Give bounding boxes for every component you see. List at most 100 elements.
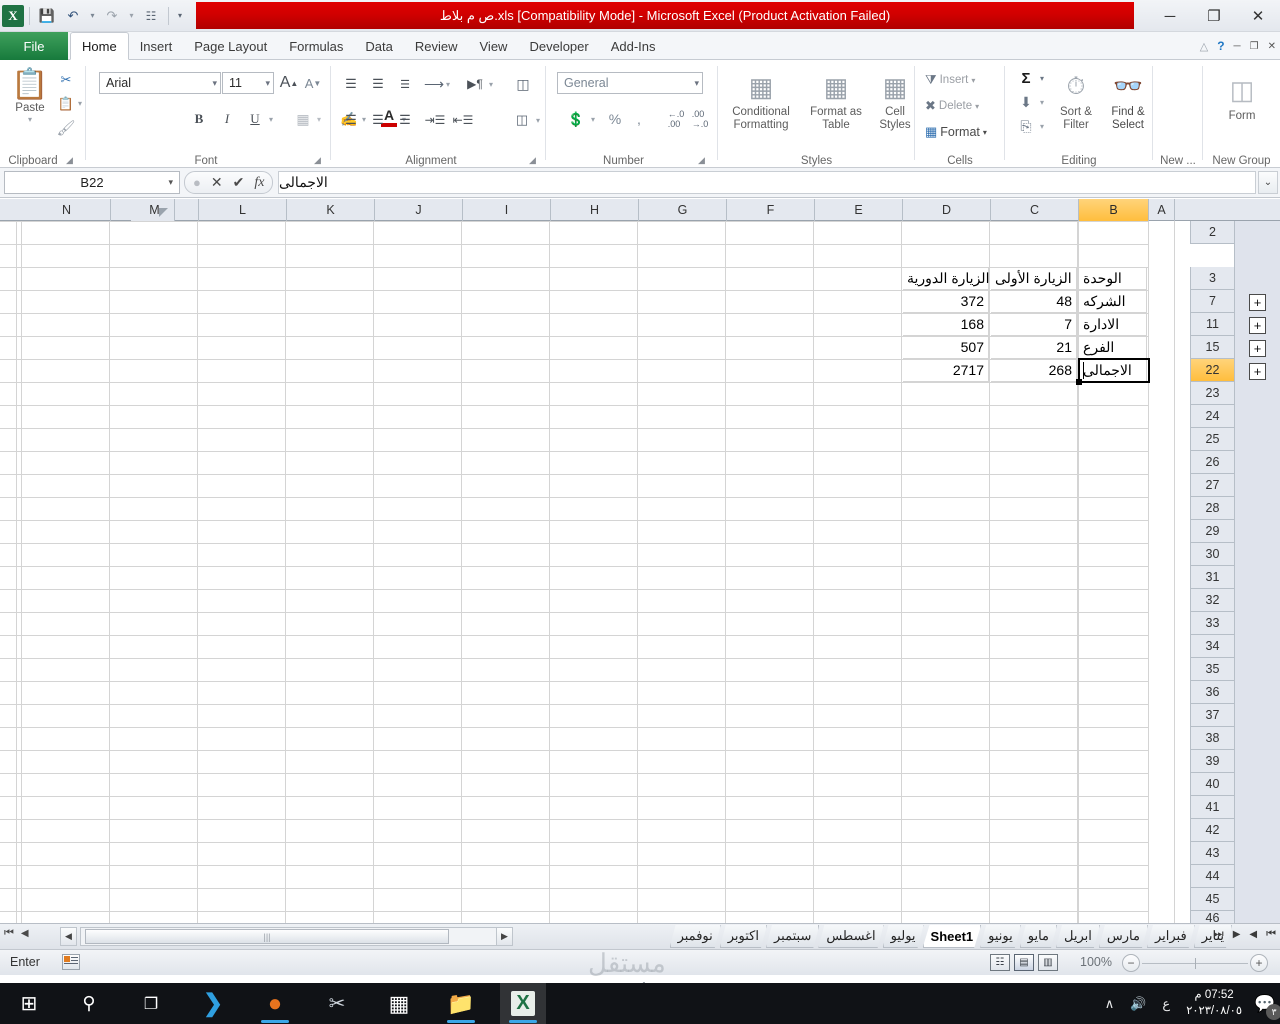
- name-box-dropdown-icon[interactable]: ▾: [168, 177, 173, 188]
- calculator-button[interactable]: ▦: [376, 983, 422, 1024]
- paste-button[interactable]: 📋 Paste ▾: [8, 68, 52, 124]
- bottom-align-button[interactable]: ☰: [394, 74, 416, 94]
- orientation-button[interactable]: ⟶: [423, 74, 445, 94]
- cell-D22[interactable]: 2717: [903, 359, 989, 382]
- row-header-24[interactable]: 24: [1190, 405, 1234, 428]
- column-header-A[interactable]: A: [1149, 199, 1175, 221]
- copy-button[interactable]: 📋: [56, 94, 76, 114]
- sort-filter-button[interactable]: ⏱ Sort & Filter: [1051, 68, 1101, 132]
- bold-button[interactable]: B: [188, 108, 210, 130]
- column-header-H[interactable]: H: [551, 199, 639, 221]
- row-header-2[interactable]: 2: [1190, 221, 1234, 244]
- row-header-45[interactable]: 45: [1190, 888, 1234, 911]
- zoom-level-label[interactable]: 100%: [1070, 955, 1112, 969]
- save-icon[interactable]: 💾: [35, 4, 59, 28]
- row-header-32[interactable]: 32: [1190, 589, 1234, 612]
- row-header-23[interactable]: 23: [1190, 382, 1234, 405]
- text-direction-dropdown-icon[interactable]: ▾: [486, 76, 496, 92]
- clear-dropdown-icon[interactable]: ▾: [1037, 118, 1047, 134]
- row-header-31[interactable]: 31: [1190, 566, 1234, 589]
- fill-button[interactable]: ⬇: [1015, 92, 1037, 112]
- italic-button[interactable]: I: [216, 108, 238, 130]
- column-header-L[interactable]: L: [199, 199, 287, 221]
- sheet-tab-sheet1[interactable]: Sheet1: [923, 925, 982, 948]
- font-size-input[interactable]: 11 ▾: [222, 72, 274, 94]
- font-name-dropdown-icon[interactable]: ▾: [212, 78, 217, 89]
- redo-icon[interactable]: ↷: [100, 4, 124, 28]
- excel-logo[interactable]: X: [2, 4, 24, 27]
- cell-styles-button[interactable]: ▦ Cell Styles: [870, 68, 920, 132]
- number-format-dropdown-icon[interactable]: ▾: [694, 78, 699, 89]
- row-header-46[interactable]: 46: [1190, 911, 1234, 923]
- cell-C22[interactable]: 268: [991, 359, 1077, 382]
- formula-bar-buttons[interactable]: ● ✕ ✔ fx: [184, 171, 274, 194]
- row-header-43[interactable]: 43: [1190, 842, 1234, 865]
- conditional-formatting-button[interactable]: ▦ Conditional Formatting: [724, 68, 798, 132]
- zoom-out-button[interactable]: −: [1122, 954, 1140, 972]
- tab-review[interactable]: Review: [404, 32, 469, 60]
- column-header-E[interactable]: E: [815, 199, 903, 221]
- sheet-tab-yonio[interactable]: يونيو: [980, 925, 1021, 948]
- restore-button[interactable]: ❐: [1192, 1, 1236, 31]
- increase-decimal-button[interactable]: ←.0.00: [664, 108, 688, 130]
- firefox-button[interactable]: ●: [252, 983, 298, 1024]
- last-sheet-icon[interactable]: ⏭: [1214, 928, 1224, 941]
- tab-formulas[interactable]: Formulas: [278, 32, 354, 60]
- form-button[interactable]: ◫ Form: [1213, 70, 1271, 123]
- row-header-37[interactable]: 37: [1190, 704, 1234, 727]
- row-header-28[interactable]: 28: [1190, 497, 1234, 520]
- excel-taskbar-button[interactable]: X: [500, 983, 546, 1024]
- alignment-dialog-launcher[interactable]: ◢: [529, 155, 536, 166]
- accounting-format-button[interactable]: 💲: [564, 108, 588, 130]
- system-tray[interactable]: ∧ 🔊 ع 07:52 م ٢٠٢٣/٠٨/٠٥ 💬 ٣: [1097, 983, 1280, 1024]
- row-header-7[interactable]: 7: [1190, 290, 1234, 313]
- column-header-G[interactable]: G: [639, 199, 727, 221]
- row-header-39[interactable]: 39: [1190, 750, 1234, 773]
- ribbon-minimize-icon[interactable]: ─: [1234, 41, 1241, 52]
- row-header-11[interactable]: 11: [1190, 313, 1234, 336]
- cell-B3[interactable]: الوحدة: [1079, 267, 1147, 290]
- horizontal-scroll-thumb[interactable]: [85, 929, 449, 944]
- cut-button[interactable]: ✂: [56, 70, 76, 90]
- cancel-entry-button[interactable]: ✕: [211, 174, 223, 191]
- format-painter-button[interactable]: 🖌: [54, 118, 78, 138]
- row-header-35[interactable]: 35: [1190, 658, 1234, 681]
- underline-dropdown-icon[interactable]: ▾: [266, 110, 276, 128]
- tab-insert[interactable]: Insert: [129, 32, 184, 60]
- shrink-font-button[interactable]: A ▼: [302, 72, 324, 94]
- orientation-dropdown-icon[interactable]: ▾: [443, 76, 453, 92]
- sheet-tab-abril[interactable]: ابريل: [1056, 925, 1100, 948]
- volume-icon[interactable]: 🔊: [1122, 996, 1154, 1012]
- insert-cells-button[interactable]: ⧩ Insert ▾: [925, 72, 975, 88]
- font-dialog-launcher[interactable]: ◢: [314, 155, 321, 166]
- first-sheet-icon[interactable]: ⏮: [4, 927, 14, 940]
- cell-D3[interactable]: الزيارة الدورية: [903, 267, 989, 290]
- row-header-44[interactable]: 44: [1190, 865, 1234, 888]
- fill-dropdown-icon[interactable]: ▾: [1037, 94, 1047, 110]
- column-header-row[interactable]: N M L K J I H G F E D C B A: [0, 199, 1280, 221]
- tab-home[interactable]: Home: [70, 32, 129, 60]
- cell-D11[interactable]: 168: [903, 313, 989, 336]
- window-close-icon[interactable]: ✕: [1268, 41, 1276, 52]
- window-controls[interactable]: ─ ❐ ✕: [1148, 0, 1280, 32]
- macro-record-icon[interactable]: [62, 954, 80, 970]
- format-as-table-button[interactable]: ▦ Format as Table: [804, 68, 868, 132]
- quick-access-toolbar[interactable]: X 💾 ↶ ▾ ↷ ▾ ☷ ▾: [2, 2, 186, 29]
- sheet-scroll-buttons[interactable]: ⏮ ◀: [4, 927, 29, 940]
- show-hidden-icons-icon[interactable]: ∧: [1097, 996, 1123, 1012]
- name-box[interactable]: B22 ▾: [4, 171, 180, 194]
- rtl-text-direction-button[interactable]: ▶¶: [463, 74, 487, 94]
- font-size-dropdown-icon[interactable]: ▾: [265, 78, 270, 89]
- column-header-C[interactable]: C: [991, 199, 1079, 221]
- sheet-tab-agostos[interactable]: اغسطس: [818, 925, 883, 948]
- page-layout-view-button[interactable]: ▤: [1014, 954, 1034, 971]
- format-cells-button[interactable]: ▦ Format ▾: [925, 124, 987, 140]
- center-button[interactable]: ☰: [367, 110, 389, 130]
- number-format-select[interactable]: General ▾: [557, 72, 703, 94]
- zoom-slider-thumb[interactable]: [1195, 958, 1196, 969]
- prev-sheet-icon[interactable]: ◀: [21, 928, 29, 939]
- hscroll-left-arrow[interactable]: ◀: [60, 927, 77, 946]
- column-header-M[interactable]: M: [111, 199, 199, 221]
- minimize-button[interactable]: ─: [1148, 1, 1192, 31]
- row-header-40[interactable]: 40: [1190, 773, 1234, 796]
